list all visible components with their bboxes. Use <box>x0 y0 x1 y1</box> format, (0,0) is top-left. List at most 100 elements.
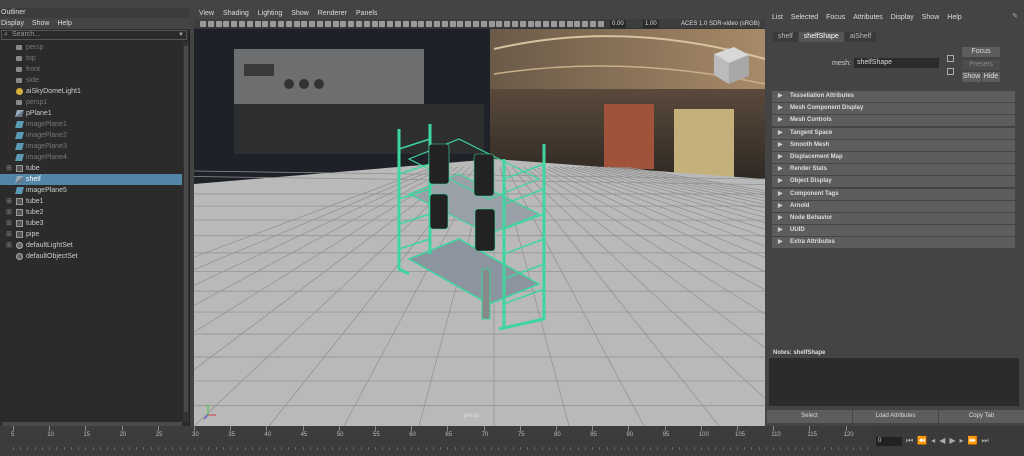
outliner-item[interactable]: imagePlane4 <box>0 152 182 163</box>
toolbar-tool-icon[interactable] <box>262 21 269 27</box>
gamma-field[interactable]: 1.00 <box>643 20 659 28</box>
toolbar-tool-icon[interactable] <box>597 21 604 27</box>
toolbar-tool-icon[interactable] <box>332 21 339 27</box>
outliner-item[interactable]: ⊞ tube2 <box>0 207 182 218</box>
input-connection-icon[interactable] <box>947 55 954 62</box>
ae-menu-show[interactable]: Show <box>922 12 940 23</box>
outliner-menu-display[interactable]: Display <box>1 18 24 29</box>
toolbar-tool-icon[interactable] <box>480 21 487 27</box>
toolbar-tool-icon[interactable] <box>418 21 425 27</box>
show-button[interactable]: Show <box>962 72 981 82</box>
toolbar-tool-icon[interactable] <box>200 21 206 27</box>
attribute-section[interactable]: ▶ Mesh Component Display <box>772 103 1015 115</box>
colorspace-selector[interactable]: ACES 1.0 SDR-video (sRGB) <box>681 19 760 29</box>
toolbar-tool-icon[interactable] <box>246 21 253 27</box>
attribute-section[interactable]: ▶ UUID <box>772 225 1015 237</box>
expand-icon[interactable]: ⊞ <box>6 229 12 240</box>
tab-shelf[interactable]: shelf <box>773 32 798 42</box>
attribute-section[interactable]: ▶ Arnold <box>772 200 1015 212</box>
viewport-menu-show[interactable]: Show <box>291 8 309 19</box>
toolbar-tool-icon[interactable] <box>504 21 511 27</box>
pin-icon[interactable]: ✎ <box>1012 12 1018 20</box>
expand-icon[interactable]: ⊞ <box>6 196 12 207</box>
outliner-item[interactable]: shelf <box>0 174 182 185</box>
play-backward-icon[interactable]: ◀ <box>939 435 945 447</box>
outliner-item[interactable]: imagePlane3 <box>0 141 182 152</box>
ae-menu-selected[interactable]: Selected <box>791 12 818 23</box>
toolbar-tool-icon[interactable] <box>465 21 472 27</box>
presets-button[interactable]: Presets <box>962 60 1000 70</box>
toolbar-tool-icon[interactable] <box>473 21 479 27</box>
viewport-menu-lighting[interactable]: Lighting <box>258 8 283 19</box>
focus-button[interactable]: Focus <box>962 47 1000 57</box>
outliner-vscrollbar[interactable] <box>183 42 189 422</box>
viewport-menu-renderer[interactable]: Renderer <box>318 8 347 19</box>
ae-menu-help[interactable]: Help <box>947 12 961 23</box>
viewport-menu-shading[interactable]: Shading <box>223 8 249 19</box>
toolbar-tool-icon[interactable] <box>558 21 565 27</box>
toolbar-tool-icon[interactable] <box>317 21 323 27</box>
toolbar-tool-icon[interactable] <box>285 21 292 27</box>
toolbar-tool-icon[interactable] <box>496 21 503 27</box>
toolbar-tool-icon[interactable] <box>551 21 557 27</box>
copy-tab-button[interactable]: Copy Tab <box>939 410 1024 423</box>
outliner-item[interactable]: side <box>0 75 182 86</box>
viewport-menu-view[interactable]: View <box>199 8 214 19</box>
toolbar-tool-icon[interactable] <box>371 21 378 27</box>
step-back-frame-icon[interactable]: ◂ <box>931 435 935 447</box>
outliner-item[interactable]: persp1 <box>0 97 182 108</box>
toolbar-tool-icon[interactable] <box>512 21 518 27</box>
scroll-thumb[interactable] <box>184 46 188 412</box>
toolbar-tool-icon[interactable] <box>223 21 230 27</box>
ae-menu-attributes[interactable]: Attributes <box>853 12 883 23</box>
attribute-section[interactable]: ▶ Render Stats <box>772 164 1015 176</box>
toolbar-tool-icon[interactable] <box>309 21 316 27</box>
toolbar-tool-icon[interactable] <box>566 21 573 27</box>
attribute-section[interactable]: ▶ Tessellation Attributes <box>772 91 1015 102</box>
outliner-item[interactable]: ⊞ tube3 <box>0 218 182 229</box>
ae-menu-list[interactable]: List <box>772 12 783 23</box>
exposure-field[interactable]: 0.00 <box>610 20 626 28</box>
viewport-menu-panels[interactable]: Panels <box>356 8 377 19</box>
toolbar-tool-icon[interactable] <box>410 21 417 27</box>
outliner-menu-show[interactable]: Show <box>32 18 50 29</box>
toolbar-tool-icon[interactable] <box>457 21 464 27</box>
toolbar-tool-icon[interactable] <box>402 21 409 27</box>
attribute-section[interactable]: ▶ Tangent Space <box>772 127 1015 139</box>
attribute-section[interactable]: ▶ Displacement Map <box>772 151 1015 163</box>
outliner-search-input[interactable]: ⌕ Search... ▼ <box>1 30 187 40</box>
step-forward-key-icon[interactable]: ⏩ <box>968 435 978 447</box>
go-to-end-icon[interactable]: ⏭ <box>981 435 988 447</box>
outliner-item[interactable]: front <box>0 64 182 75</box>
outliner-item[interactable]: top <box>0 53 182 64</box>
toolbar-tool-icon[interactable] <box>293 21 300 27</box>
attribute-section[interactable]: ▶ Node Behavior <box>772 212 1015 224</box>
hide-button[interactable]: Hide <box>982 72 1000 82</box>
toolbar-tool-icon[interactable] <box>582 21 589 27</box>
search-dropdown-icon[interactable]: ▼ <box>178 31 184 39</box>
expand-icon[interactable]: ⊞ <box>6 163 12 174</box>
toolbar-tool-icon[interactable] <box>379 21 386 27</box>
step-forward-frame-icon[interactable]: ▸ <box>960 435 964 447</box>
notes-textarea[interactable] <box>769 358 1019 406</box>
ae-menu-focus[interactable]: Focus <box>826 12 845 23</box>
expand-icon[interactable]: ⊞ <box>6 218 12 229</box>
toolbar-tool-icon[interactable] <box>527 21 534 27</box>
select-button[interactable]: Select <box>767 410 852 423</box>
toolbar-tool-icon[interactable] <box>356 21 362 27</box>
current-frame-field[interactable]: 0 <box>876 437 902 446</box>
toolbar-tool-icon[interactable] <box>239 21 245 27</box>
toolbar-tool-icon[interactable] <box>348 21 355 27</box>
toolbar-tool-icon[interactable] <box>207 21 214 27</box>
toolbar-tool-icon[interactable] <box>590 21 596 27</box>
outliner-item[interactable]: imagePlane5 <box>0 185 182 196</box>
outliner-item[interactable]: defaultObjectSet <box>0 251 182 262</box>
toolbar-tool-icon[interactable] <box>535 21 542 27</box>
load-attributes-button[interactable]: Load Attributes <box>853 410 938 423</box>
toolbar-tool-icon[interactable] <box>278 21 284 27</box>
ae-menu-display[interactable]: Display <box>891 12 914 23</box>
attribute-section[interactable]: ▶ Component Tags <box>772 188 1015 200</box>
outliner-item[interactable]: imagePlane1 <box>0 119 182 130</box>
expand-icon[interactable]: ⊞ <box>6 240 12 251</box>
outliner-item[interactable]: persp <box>0 42 182 53</box>
